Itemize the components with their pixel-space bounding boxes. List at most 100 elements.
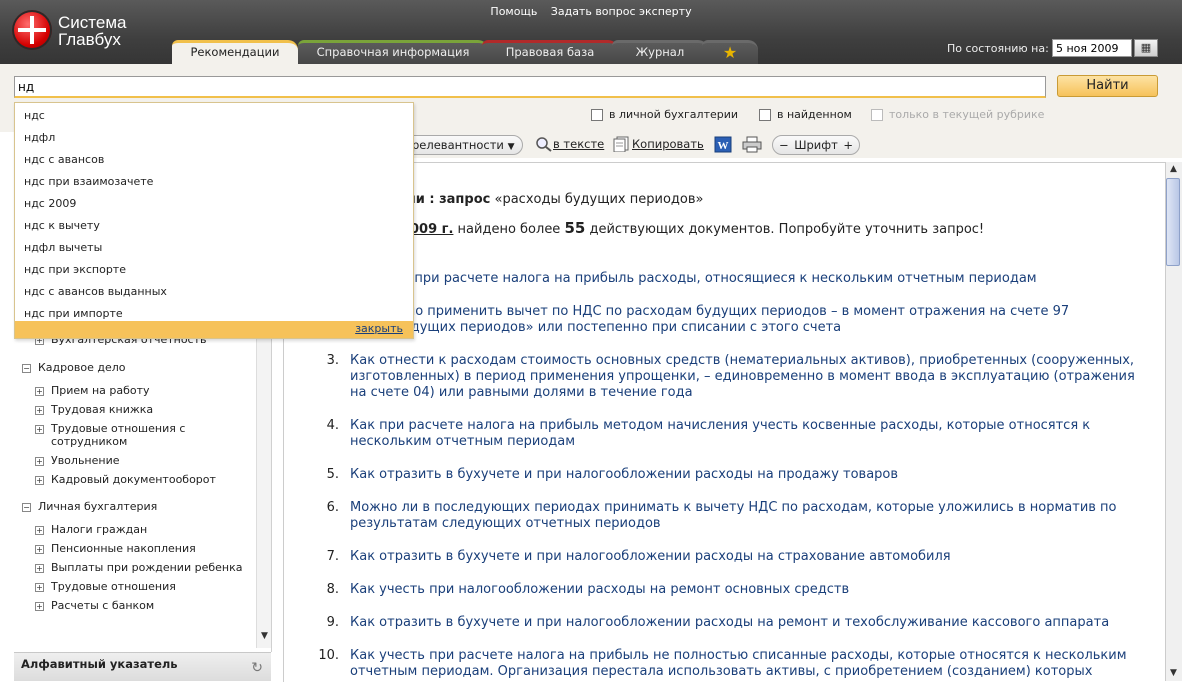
autocomplete-item[interactable]: ндс с авансов выданных [24, 285, 167, 298]
autocomplete-item[interactable]: ндс к вычету [24, 219, 100, 232]
result-link-line: Как при расчете налога на прибыль методо… [350, 418, 1091, 433]
alphabetical-index-panel[interactable]: Алфавитный указатель ↻ [14, 652, 271, 681]
scroll-down-icon[interactable]: ▼ [1166, 666, 1181, 681]
result-link[interactable]: ть при расчете налога на прибыль расходы… [395, 271, 1155, 287]
filter-found-checkbox[interactable]: в найденном [759, 108, 852, 121]
sidebar-item[interactable]: + Трудовая книжка [35, 403, 153, 416]
search-input[interactable] [14, 76, 1046, 98]
scroll-down-icon[interactable]: ▼ [257, 629, 272, 644]
help-link[interactable]: Помощь [490, 5, 537, 18]
logo-text: Система Главбух [58, 14, 126, 48]
expand-icon[interactable]: + [35, 602, 44, 611]
collapse-icon[interactable]: − [22, 364, 31, 373]
result-link[interactable]: жно применить вычет по НДС по расходам б… [395, 304, 1155, 336]
sidebar-item-label: Трудовая книжка [51, 403, 154, 416]
sidebar-item[interactable]: − Личная бухгалтерия [22, 500, 157, 513]
word-export-button[interactable]: W [714, 136, 732, 156]
result-link-line: результатам следующих отчетных периодов [350, 516, 661, 531]
autocomplete-item[interactable]: ндс при экспорте [24, 263, 126, 276]
font-decrease-button[interactable]: − [779, 136, 789, 154]
expand-icon[interactable]: + [35, 545, 44, 554]
sidebar-item-label: Кадровое дело [38, 361, 126, 374]
autocomplete-item[interactable]: ндс при взаимозачете [24, 175, 153, 188]
autocomplete-item[interactable]: ндфл вычеты [24, 241, 102, 254]
result-link[interactable]: Как учесть при налогообложении расходы н… [350, 582, 1150, 598]
expand-icon[interactable]: + [35, 406, 44, 415]
tab-favorites[interactable]: ★ [702, 40, 758, 64]
sidebar-item[interactable]: + Трудовые отношения с сотрудником [35, 422, 185, 448]
expand-icon[interactable]: + [35, 425, 44, 434]
filter-personal-checkbox[interactable]: в личной бухгалтерии [591, 108, 738, 121]
filter-rubric-label: только в текущей рубрике [889, 108, 1045, 121]
autocomplete-item[interactable]: ндфл [24, 131, 55, 144]
result-number: 4. [326, 418, 339, 433]
date-label: По состоянию на: [947, 42, 1049, 55]
print-button[interactable] [742, 136, 762, 156]
result-link-line: Как отнести к расходам стоимость основны… [350, 353, 1135, 368]
autocomplete-item[interactable]: ндс с авансов [24, 153, 104, 166]
checkbox-box[interactable] [759, 108, 771, 121]
autocomplete-item[interactable]: ндс при импорте [24, 307, 123, 320]
copy-button[interactable]: Копировать [612, 136, 704, 152]
result-link[interactable]: Как отнести к расходам стоимость основны… [350, 353, 1150, 401]
as-of-date-link[interactable]: 009 г. [410, 222, 453, 237]
word-icon: W [714, 136, 732, 153]
result-link[interactable]: Как отразить в бухучете и при налогообло… [350, 549, 1150, 565]
expand-icon[interactable]: + [35, 526, 44, 535]
sidebar-item[interactable]: + Расчеты с банком [35, 599, 154, 612]
expand-icon[interactable]: + [35, 457, 44, 466]
sidebar-item-label: Увольнение [51, 454, 120, 467]
autocomplete-close-link[interactable]: закрыть [355, 322, 403, 335]
scroll-thumb[interactable] [1166, 178, 1180, 266]
result-link[interactable]: Как отразить в бухучете и при налогообло… [350, 615, 1150, 631]
copy-link[interactable]: Копировать [632, 137, 704, 151]
sidebar-item[interactable]: + Увольнение [35, 454, 120, 467]
tab-recommendations[interactable]: Рекомендации [172, 40, 298, 64]
result-link-line: Как учесть при налогообложении расходы н… [350, 582, 850, 597]
tab-journal[interactable]: Журнал [612, 40, 708, 64]
autocomplete-item[interactable]: ндс [24, 109, 45, 122]
autocomplete-item[interactable]: ндс 2009 [24, 197, 76, 210]
result-link[interactable]: Как при расчете налога на прибыль методо… [350, 418, 1150, 450]
find-button[interactable]: Найти [1057, 75, 1158, 97]
sidebar-item[interactable]: + Кадровый документооборот [35, 473, 216, 486]
autocomplete-footer: закрыть [15, 321, 413, 338]
sidebar-item[interactable]: + Трудовые отношения [35, 580, 176, 593]
expand-icon[interactable]: + [35, 564, 44, 573]
calendar-icon: ▦ [1140, 41, 1152, 54]
tab-reference[interactable]: Справочная информация [298, 40, 488, 64]
filter-personal-label: в личной бухгалтерии [609, 108, 739, 121]
checkbox-box[interactable] [591, 108, 603, 121]
calendar-button[interactable]: ▦ [1134, 39, 1158, 57]
result-link-line: Как отразить в бухучете и при налогообло… [350, 615, 1110, 630]
sidebar-item[interactable]: + Прием на работу [35, 384, 150, 397]
result-number: 6. [326, 500, 339, 515]
sort-dropdown[interactable]: релевантности ▼ [395, 135, 523, 155]
tab-legal-base[interactable]: Правовая база [482, 40, 618, 64]
sidebar-item-label: Трудовые отношения [51, 580, 176, 593]
ask-expert-link[interactable]: Задать вопрос эксперту [551, 5, 692, 18]
result-link-line: нескольким отчетным периодам [350, 434, 576, 449]
search-in-text-button[interactable]: в тексте [535, 136, 604, 152]
in-text-link[interactable]: в тексте [553, 137, 604, 151]
sidebar-item[interactable]: + Налоги граждан [35, 523, 147, 536]
expand-icon[interactable]: + [35, 583, 44, 592]
collapse-icon[interactable]: − [22, 503, 31, 512]
sub-text-2: действующих документов. Попробуйте уточн… [589, 222, 985, 237]
expand-icon[interactable]: + [35, 476, 44, 485]
expand-icon[interactable]: + [35, 387, 44, 396]
sidebar-item[interactable]: − Кадровое дело [22, 361, 125, 374]
refresh-icon[interactable]: ↻ [251, 657, 263, 679]
printer-icon [742, 136, 762, 153]
result-link-line: Можно ли в последующих периодах принимат… [350, 500, 1117, 515]
result-link[interactable]: Можно ли в последующих периодах принимат… [350, 500, 1150, 532]
sidebar-item-label: Прием на работу [51, 384, 150, 397]
result-link[interactable]: Как отразить в бухучете и при налогообло… [350, 467, 1150, 483]
scroll-up-icon[interactable]: ▲ [1166, 162, 1181, 177]
result-link[interactable]: Как учесть при расчете налога на прибыль… [350, 648, 1150, 680]
sidebar-item[interactable]: + Выплаты при рождении ребенка [35, 561, 242, 574]
font-increase-button[interactable]: + [843, 136, 853, 154]
sidebar-item[interactable]: + Пенсионные накопления [35, 542, 196, 555]
result-link-line: Как учесть при расчете налога на прибыль… [350, 648, 1127, 663]
date-input[interactable] [1052, 39, 1132, 57]
